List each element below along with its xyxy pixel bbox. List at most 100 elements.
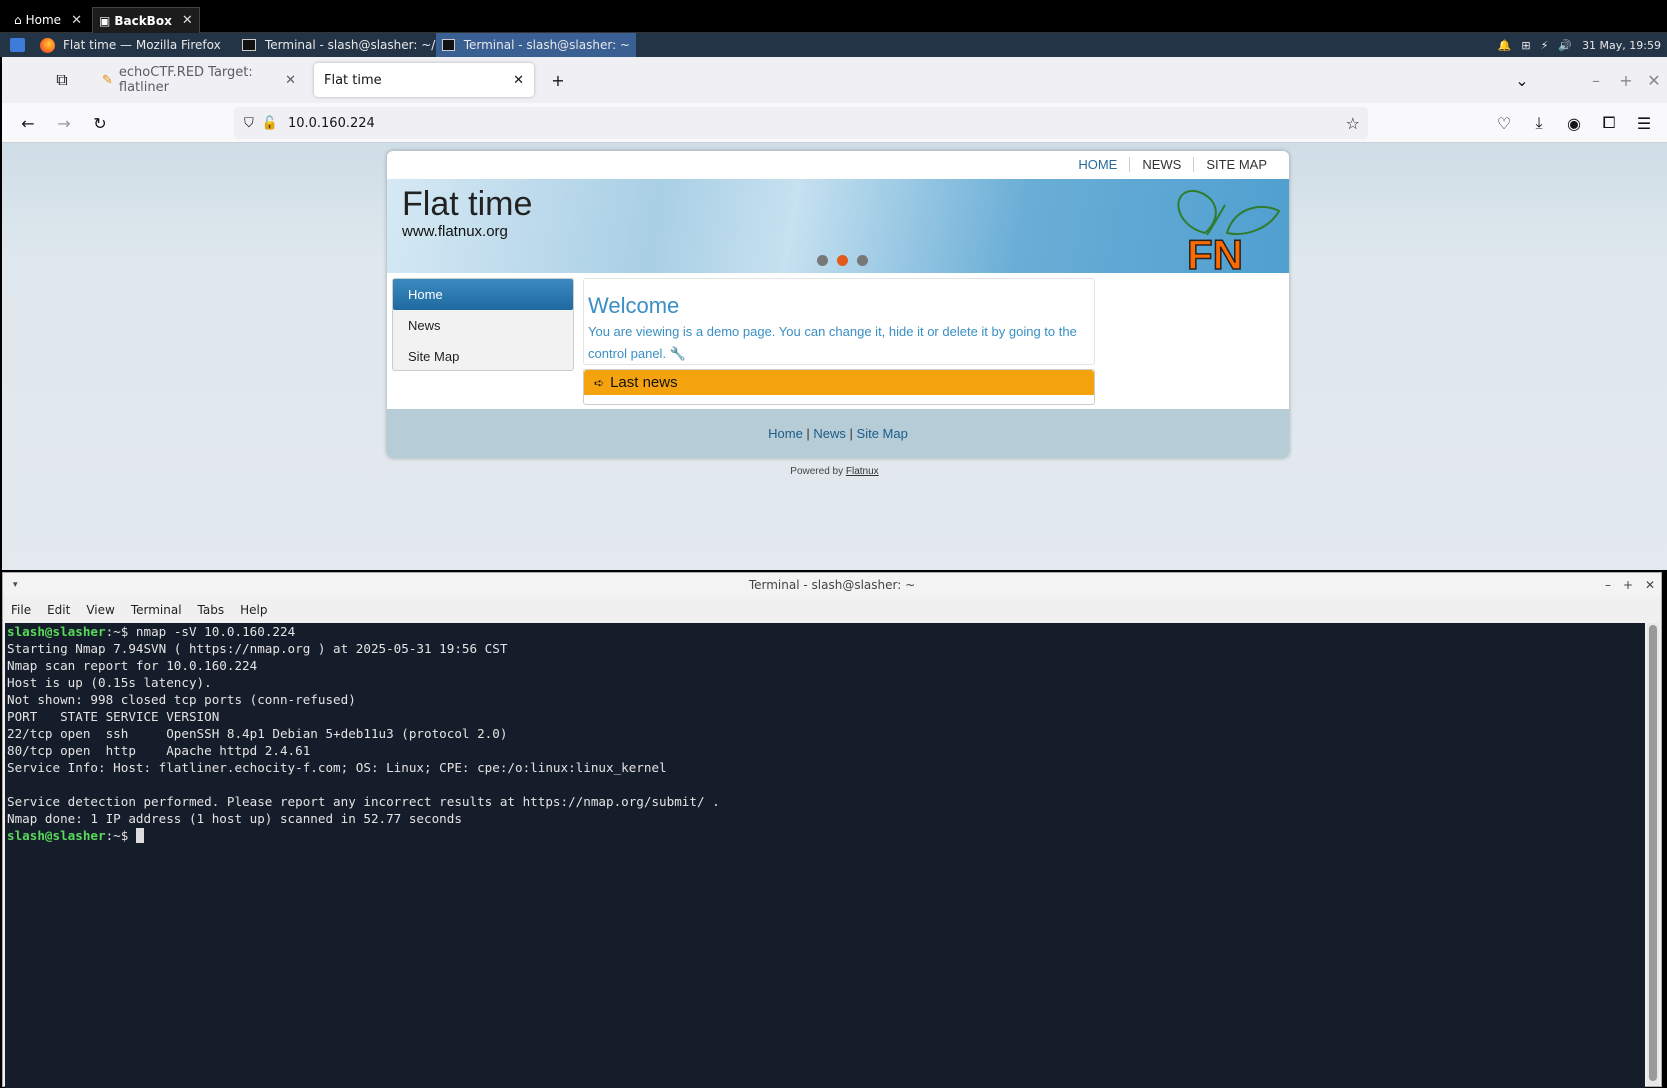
viewer-tab-backbox[interactable]: ▣ BackBox ✕ — [92, 7, 200, 33]
browser-tab-echoctf[interactable]: ✎ echoCTF.RED Target: flatliner ✕ — [92, 63, 306, 97]
terminal-scrollbar[interactable] — [1647, 623, 1659, 1086]
output-line: Starting Nmap 7.94SVN ( https://nmap.org… — [7, 641, 508, 656]
terminal-menubar: File Edit View Terminal Tabs Help — [3, 597, 1661, 623]
site-footer: Home | News | Site Map — [387, 409, 1289, 458]
footer-home-link[interactable]: Home — [768, 426, 803, 441]
flatnux-link[interactable]: Flatnux — [846, 466, 879, 477]
bell-icon[interactable]: 🔔 — [1498, 39, 1512, 52]
command-text: nmap -sV 10.0.160.224 — [135, 624, 296, 639]
favicon-icon: ✎ — [102, 72, 113, 88]
menu-item-sitemap[interactable]: Site Map — [393, 341, 573, 372]
site-subtitle: www.flatnux.org — [402, 223, 508, 240]
menu-file[interactable]: File — [3, 603, 39, 617]
task-terminal-2[interactable]: Terminal - slash@slasher: ~ — [436, 33, 636, 57]
bookmark-star-icon[interactable]: ☆ — [1346, 114, 1360, 133]
powered-by: Powered by Flatnux — [2, 466, 1667, 477]
back-icon[interactable]: ← — [16, 111, 40, 135]
viewer-tab-home[interactable]: ⌂ Home ✕ — [8, 7, 88, 33]
maximize-icon[interactable]: + — [1614, 68, 1638, 92]
menu-item-home[interactable]: Home — [393, 279, 573, 310]
app-menu-button[interactable] — [4, 33, 31, 57]
scrollbar-thumb[interactable] — [1649, 625, 1657, 1081]
menu-icon[interactable]: ☰ — [1632, 111, 1656, 135]
slider-dot-active[interactable] — [837, 255, 848, 266]
viewer-tab-label: Home — [25, 13, 62, 27]
download-icon[interactable]: ⤓ — [1527, 111, 1551, 135]
task-label: Terminal - slash@slasher: ~/... — [265, 38, 447, 52]
new-tab-button[interactable]: + — [546, 68, 570, 92]
footer-news-link[interactable]: News — [813, 426, 846, 441]
terminal-output[interactable]: slash@slasher:~$ nmap -sV 10.0.160.224 St… — [5, 623, 1645, 1088]
terminal-icon — [442, 39, 455, 51]
current-prompt-line: slash@slasher:~$ — [7, 827, 1645, 844]
browser-tab-flattime[interactable]: Flat time ✕ — [314, 63, 534, 97]
url-text[interactable]: 10.0.160.224 — [288, 116, 375, 131]
slider-dot[interactable] — [817, 255, 828, 266]
site-title: Flat time — [402, 185, 533, 223]
menu-terminal[interactable]: Terminal — [123, 603, 190, 617]
wrench-icon[interactable]: 🔧 — [670, 346, 686, 361]
close-icon[interactable]: ✕ — [513, 73, 524, 88]
nav-sitemap-link[interactable]: SITE MAP — [1193, 157, 1279, 172]
prompt-user: slash@slasher — [7, 828, 106, 843]
monitor-icon: ▣ — [99, 13, 111, 28]
menu-help[interactable]: Help — [232, 603, 275, 617]
welcome-box: Welcome You are viewing is a demo page. … — [583, 278, 1095, 365]
menu-item-news[interactable]: News — [393, 310, 573, 341]
site-banner: Flat time www.flatnux.org FN — [387, 179, 1289, 273]
arrow-icon: ➪ — [594, 375, 605, 390]
list-tabs-icon[interactable]: ⌄ — [1510, 68, 1534, 92]
extensions-icon[interactable]: ⧠ — [1597, 111, 1621, 135]
minimize-icon[interactable]: – — [1584, 68, 1608, 92]
volume-icon[interactable]: 🔊 — [1558, 39, 1572, 52]
welcome-text: You are viewing is a demo page. You can … — [588, 321, 1078, 365]
side-menu: Home News Site Map — [392, 278, 574, 371]
menu-view[interactable]: View — [78, 603, 122, 617]
window-menu-icon[interactable]: ▾ — [13, 580, 18, 590]
network-icon[interactable]: ⊞ — [1521, 39, 1530, 52]
output-line: Nmap scan report for 10.0.160.224 — [7, 658, 258, 673]
reload-icon[interactable]: ↻ — [88, 111, 112, 135]
viewer-tab-label: BackBox — [114, 13, 172, 28]
output-line: Nmap done: 1 IP address (1 host up) scan… — [7, 811, 462, 826]
tab-overview-icon[interactable]: ⧉ — [50, 68, 74, 92]
last-news-title: Last news — [610, 374, 678, 391]
output-line: Service Info: Host: flatliner.echocity-f… — [7, 760, 667, 775]
firefox-window: ⧉ ✎ echoCTF.RED Target: flatliner ✕ Flat… — [2, 57, 1667, 570]
minimize-icon[interactable]: – — [1605, 578, 1611, 592]
menu-edit[interactable]: Edit — [39, 603, 78, 617]
close-window-icon[interactable]: ✕ — [1642, 68, 1666, 92]
url-bar[interactable]: ⛉ 🔓 10.0.160.224 ☆ — [234, 107, 1368, 139]
account-icon[interactable]: ◉ — [1562, 111, 1586, 135]
clock[interactable]: 31 May, 19:59 — [1582, 39, 1661, 52]
browser-tab-label: Flat time — [324, 72, 382, 88]
maximize-icon[interactable]: + — [1623, 578, 1633, 592]
terminal-titlebar: ▾ Terminal - slash@slasher: ~ – + ✕ — [3, 573, 1661, 597]
menu-tabs[interactable]: Tabs — [190, 603, 233, 617]
browser-tab-label: echoCTF.RED Target: flatliner — [118, 65, 253, 95]
close-icon[interactable]: ✕ — [71, 13, 82, 28]
nav-home-link[interactable]: HOME — [1066, 157, 1129, 172]
slider-dot[interactable] — [857, 255, 868, 266]
logo-text: FN — [1187, 231, 1243, 273]
command-line: slash@slasher:~$ nmap -sV 10.0.160.224 — [7, 623, 1645, 640]
forward-icon[interactable]: → — [52, 111, 76, 135]
home-icon: ⌂ — [14, 13, 22, 27]
output-line: 22/tcp open ssh OpenSSH 8.4p1 Debian 5+d… — [7, 726, 508, 741]
firefox-icon — [40, 37, 55, 53]
nav-news-link[interactable]: NEWS — [1129, 157, 1193, 172]
insecure-lock-icon[interactable]: 🔓 — [262, 116, 278, 131]
close-icon[interactable]: ✕ — [1645, 578, 1655, 592]
shield-icon[interactable]: ⛉ — [244, 116, 254, 131]
power-icon[interactable]: ⚡ — [1541, 39, 1549, 52]
close-icon[interactable]: ✕ — [285, 73, 296, 88]
powered-by-text: Powered by — [790, 466, 844, 477]
task-label: Terminal - slash@slasher: ~ — [463, 38, 630, 52]
pocket-icon[interactable]: ♡ — [1492, 111, 1516, 135]
footer-sitemap-link[interactable]: Site Map — [857, 426, 908, 441]
close-icon[interactable]: ✕ — [182, 13, 193, 28]
task-terminal-1[interactable]: Terminal - slash@slasher: ~/... — [236, 33, 453, 57]
top-navigation: HOME NEWS SITE MAP — [1066, 157, 1279, 172]
task-firefox[interactable]: Flat time — Mozilla Firefox — [34, 33, 227, 57]
navigation-toolbar: ← → ↻ ⛉ 🔓 10.0.160.224 ☆ ♡ ⤓ ◉ ⧠ ☰ — [2, 103, 1667, 143]
